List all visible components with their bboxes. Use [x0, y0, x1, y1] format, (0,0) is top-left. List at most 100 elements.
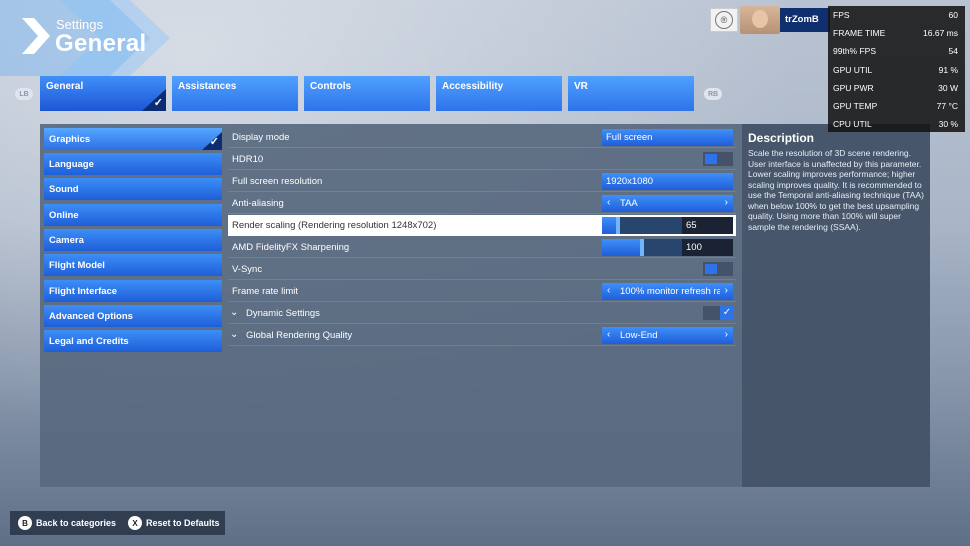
gamerpic-icon[interactable]: ®	[710, 8, 738, 32]
setting-label: Global Rendering Quality	[246, 330, 353, 341]
category-label: Camera	[49, 235, 84, 246]
slider-thumb[interactable]	[616, 217, 620, 234]
tab-vr[interactable]: VR	[568, 76, 694, 111]
metric-value: 54	[948, 46, 958, 56]
button-label: Reset to Defaults	[146, 518, 220, 528]
chevron-right-icon[interactable]: ›	[725, 329, 728, 340]
metric-name: FPS	[833, 10, 850, 20]
setting-sharpening[interactable]: AMD FidelityFX Sharpening 100	[228, 237, 736, 258]
category-online[interactable]: Online	[44, 204, 222, 226]
category-legal-credits[interactable]: Legal and Credits	[44, 330, 222, 352]
metric-name: CPU UTIL	[833, 119, 872, 129]
setting-vsync[interactable]: V-Sync	[228, 259, 736, 280]
setting-dynamic-settings[interactable]: ⌄ Dynamic Settings ✓	[228, 303, 736, 324]
chevron-left-icon[interactable]: ‹	[607, 329, 610, 340]
tab-label: Assistances	[178, 81, 237, 92]
metric-value: 30 W	[938, 83, 958, 93]
tab-assistances[interactable]: Assistances	[172, 76, 298, 111]
chevron-left-icon[interactable]: ‹	[607, 197, 610, 208]
vsync-toggle[interactable]	[703, 262, 733, 276]
dynamic-settings-checkbox[interactable]: ✓	[720, 306, 734, 320]
b-button-icon: B	[18, 516, 32, 530]
fps-row: CPU UTIL 30 %	[833, 119, 960, 131]
tab-label: VR	[574, 81, 588, 92]
check-icon: ✓	[722, 307, 732, 318]
metric-value: 91 %	[938, 65, 958, 75]
category-flight-model[interactable]: Flight Model	[44, 254, 222, 276]
slider-thumb[interactable]	[640, 239, 644, 256]
setting-label: HDR10	[232, 154, 264, 165]
setting-resolution[interactable]: Full screen resolution 1920x1080	[228, 171, 736, 192]
sharpening-slider[interactable]: 100	[602, 239, 733, 256]
metric-name: 99th% FPS	[833, 46, 876, 56]
button-label: Back to categories	[36, 518, 117, 528]
rb-bumper-icon[interactable]: RB	[704, 88, 722, 100]
category-sound[interactable]: Sound	[44, 178, 222, 200]
category-label: Online	[49, 210, 79, 221]
tab-general[interactable]: General ✓	[40, 76, 166, 111]
global-quality-selector[interactable]: ‹ Low-End ›	[602, 327, 733, 344]
setting-render-scaling[interactable]: Render scaling (Rendering resolution 124…	[228, 215, 736, 236]
tab-label: General	[46, 81, 84, 92]
setting-anti-aliasing[interactable]: Anti-aliasing ‹ TAA ›	[228, 193, 736, 214]
tab-label: Accessibility	[442, 81, 504, 92]
chevron-down-icon[interactable]: ⌄	[230, 329, 238, 340]
tab-bar: General ✓ Assistances Controls Accessibi…	[40, 76, 694, 111]
setting-label: Dynamic Settings	[246, 308, 320, 319]
back-to-categories-button[interactable]: B Back to categories	[18, 516, 116, 530]
selector-value: Low-End	[620, 330, 658, 341]
chevron-down-icon[interactable]: ⌄	[230, 307, 238, 318]
chevron-right-icon[interactable]: ›	[725, 197, 728, 208]
metric-name: GPU UTIL	[833, 65, 873, 75]
slider-value: 65	[682, 217, 733, 234]
render-scaling-slider[interactable]: 65	[602, 217, 733, 234]
avatar[interactable]	[740, 6, 780, 34]
metric-value: 77 °C	[936, 101, 958, 111]
category-flight-interface[interactable]: Flight Interface	[44, 280, 222, 302]
setting-label: Full screen resolution	[232, 176, 323, 187]
category-camera[interactable]: Camera	[44, 229, 222, 251]
frame-rate-limit-selector[interactable]: ‹ 100% monitor refresh rat ›	[602, 283, 733, 300]
tab-accessibility[interactable]: Accessibility	[436, 76, 562, 111]
category-advanced-options[interactable]: Advanced Options	[44, 305, 222, 327]
setting-global-quality[interactable]: ⌄ Global Rendering Quality ‹ Low-End ›	[228, 325, 736, 346]
metric-name: GPU PWR	[833, 83, 874, 93]
category-label: Legal and Credits	[49, 336, 129, 347]
toggle-knob	[705, 264, 717, 274]
setting-label: V-Sync	[232, 264, 263, 275]
avatar-face	[752, 10, 768, 28]
fps-row: FPS 60	[833, 10, 960, 22]
fps-row: 99th% FPS 54	[833, 46, 960, 58]
category-label: Sound	[49, 184, 79, 195]
check-icon: ✓	[209, 136, 219, 148]
chevron-right-icon[interactable]: ›	[725, 285, 728, 296]
category-language[interactable]: Language	[44, 153, 222, 175]
setting-hdr10[interactable]: HDR10	[228, 149, 736, 170]
selector-value: 100% monitor refresh rat	[620, 286, 720, 297]
username[interactable]: trZomB	[780, 8, 830, 32]
tab-controls[interactable]: Controls	[304, 76, 430, 111]
reset-to-defaults-button[interactable]: X Reset to Defaults	[128, 516, 220, 530]
chevron-left-icon[interactable]: ‹	[607, 285, 610, 296]
fps-row: FRAME TIME 16.67 ms	[833, 28, 960, 40]
setting-label: Render scaling (Rendering resolution 124…	[232, 220, 437, 231]
slider-fill	[602, 239, 642, 256]
selector-value: TAA	[620, 198, 638, 209]
hdr10-toggle[interactable]	[703, 152, 733, 166]
page-title: General	[55, 30, 147, 57]
setting-label: Display mode	[232, 132, 290, 143]
category-graphics[interactable]: Graphics ✓	[44, 128, 222, 150]
footer-bar: B Back to categories X Reset to Defaults	[10, 511, 225, 535]
anti-aliasing-selector[interactable]: ‹ TAA ›	[602, 195, 733, 212]
check-icon: ✓	[153, 97, 163, 109]
setting-label: AMD FidelityFX Sharpening	[232, 242, 350, 253]
category-label: Language	[49, 159, 94, 170]
tab-label: Controls	[310, 81, 352, 92]
lb-bumper-icon[interactable]: LB	[15, 88, 33, 100]
setting-display-mode[interactable]: Display mode Full screen	[228, 127, 736, 148]
setting-frame-rate-limit[interactable]: Frame rate limit ‹ 100% monitor refresh …	[228, 281, 736, 302]
description-text: Scale the resolution of 3D scene renderi…	[748, 148, 924, 232]
display-mode-value[interactable]: Full screen	[602, 129, 733, 146]
category-label: Flight Model	[49, 260, 105, 271]
resolution-value[interactable]: 1920x1080	[602, 173, 733, 190]
